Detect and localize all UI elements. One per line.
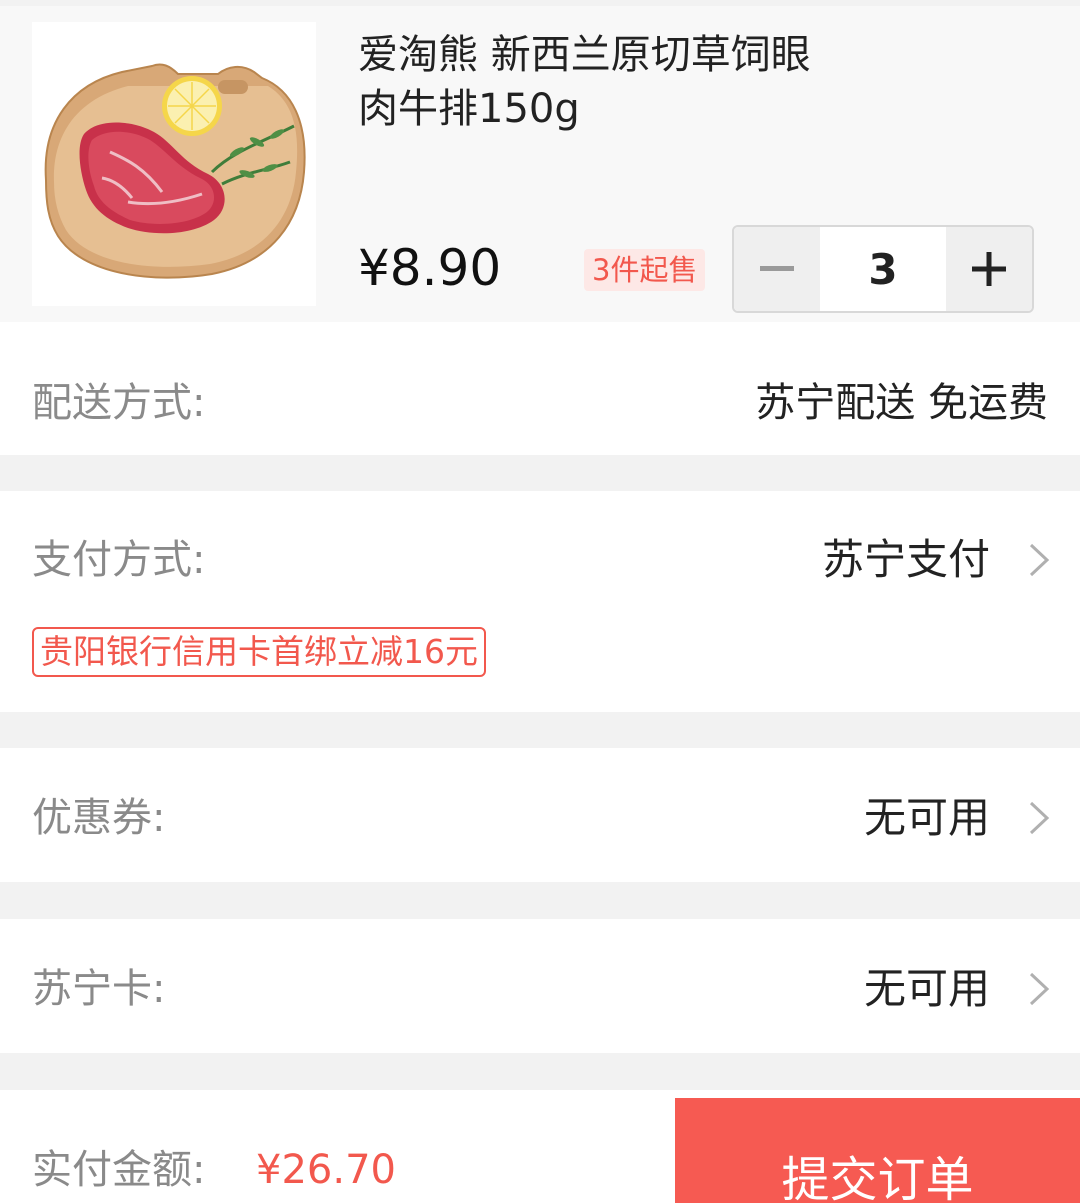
delivery-label: 配送方式: xyxy=(32,380,206,426)
payment-row[interactable]: 支付方式: 苏宁支付 贵阳银行信用卡首绑立减16元 xyxy=(0,491,1080,712)
product-title-line2: 肉牛排150g xyxy=(358,86,580,132)
coupon-value: 无可用 xyxy=(863,793,990,842)
minus-icon xyxy=(760,266,794,271)
order-confirmation-page: 爱淘熊 新西兰原切草饲眼 肉牛排150g ¥8.90 3件起售 3 配送方式: … xyxy=(0,0,1080,1203)
payment-label: 支付方式: xyxy=(32,537,206,583)
checkout-bar: 实付金额: ¥26.70 提交订单 xyxy=(0,1090,1080,1203)
coupon-label: 优惠券: xyxy=(32,795,166,841)
increase-quantity-button[interactable] xyxy=(946,227,1032,311)
suning-card-label: 苏宁卡: xyxy=(32,966,166,1012)
min-purchase-badge: 3件起售 xyxy=(584,249,706,291)
payment-value: 苏宁支付 xyxy=(821,535,990,584)
steak-image-icon xyxy=(44,63,306,279)
suning-card-value: 无可用 xyxy=(863,964,990,1013)
total-label: 实付金额: xyxy=(32,1147,206,1193)
product-price: ¥8.90 xyxy=(358,239,502,297)
chevron-right-icon xyxy=(1029,972,1050,1006)
suning-card-row[interactable]: 苏宁卡: 无可用 xyxy=(0,919,1080,1053)
product-image[interactable] xyxy=(32,22,316,306)
delivery-value: 苏宁配送 免运费 xyxy=(755,380,1048,426)
bank-promo-badge: 贵阳银行信用卡首绑立减16元 xyxy=(32,627,486,677)
quantity-value[interactable]: 3 xyxy=(820,227,946,311)
product-card: 爱淘熊 新西兰原切草饲眼 肉牛排150g ¥8.90 3件起售 3 xyxy=(0,6,1080,322)
total-amount: ¥26.70 xyxy=(256,1147,396,1193)
quantity-stepper: 3 xyxy=(732,225,1034,313)
submit-order-button[interactable]: 提交订单 xyxy=(675,1098,1080,1203)
plus-icon xyxy=(972,252,1006,286)
decrease-quantity-button[interactable] xyxy=(734,227,820,311)
chevron-right-icon xyxy=(1029,801,1050,835)
chevron-right-icon xyxy=(1029,543,1050,577)
product-title[interactable]: 爱淘熊 新西兰原切草饲眼 肉牛排150g xyxy=(358,28,918,136)
coupon-row[interactable]: 优惠券: 无可用 xyxy=(0,748,1080,882)
delivery-row: 配送方式: 苏宁配送 免运费 xyxy=(0,322,1080,455)
product-title-line1: 爱淘熊 新西兰原切草饲眼 xyxy=(358,32,811,78)
